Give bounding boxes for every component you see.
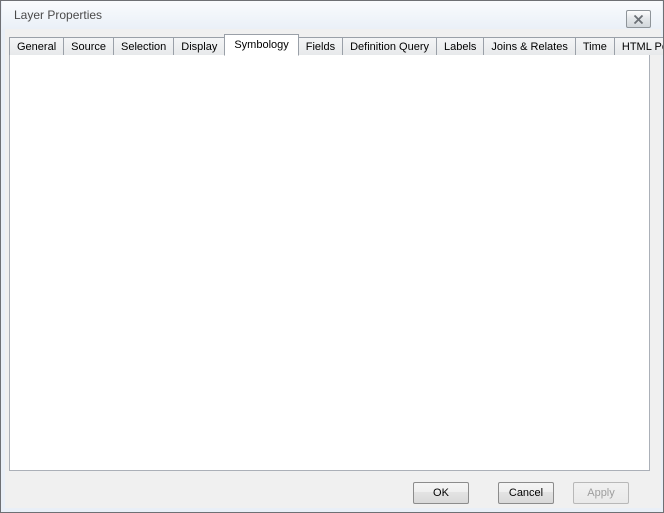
tab-strip: General Source Selection Display Symbolo…: [9, 34, 664, 55]
tab-source[interactable]: Source: [63, 37, 114, 55]
tab-joins-relates[interactable]: Joins & Relates: [483, 37, 575, 55]
ok-button[interactable]: OK: [413, 482, 469, 504]
close-icon: [633, 15, 644, 24]
tab-time[interactable]: Time: [575, 37, 615, 55]
close-button[interactable]: [626, 10, 651, 28]
tab-display[interactable]: Display: [173, 37, 225, 55]
tab-definition-query[interactable]: Definition Query: [342, 37, 437, 55]
layer-properties-dialog: Layer Properties General Source Selectio…: [0, 0, 664, 513]
title-bar[interactable]: Layer Properties: [2, 1, 662, 29]
dialog-body: General Source Selection Display Symbolo…: [5, 29, 661, 508]
dialog-title: Layer Properties: [14, 8, 102, 22]
tab-selection[interactable]: Selection: [113, 37, 174, 55]
tab-labels[interactable]: Labels: [436, 37, 484, 55]
tab-html-popup[interactable]: HTML Popup: [614, 37, 664, 55]
cancel-button[interactable]: Cancel: [498, 482, 554, 504]
apply-button[interactable]: Apply: [573, 482, 629, 504]
tab-page-symbology: [9, 54, 650, 471]
tab-fields[interactable]: Fields: [298, 37, 343, 55]
tab-general[interactable]: General: [9, 37, 64, 55]
tab-symbology[interactable]: Symbology: [224, 34, 298, 56]
